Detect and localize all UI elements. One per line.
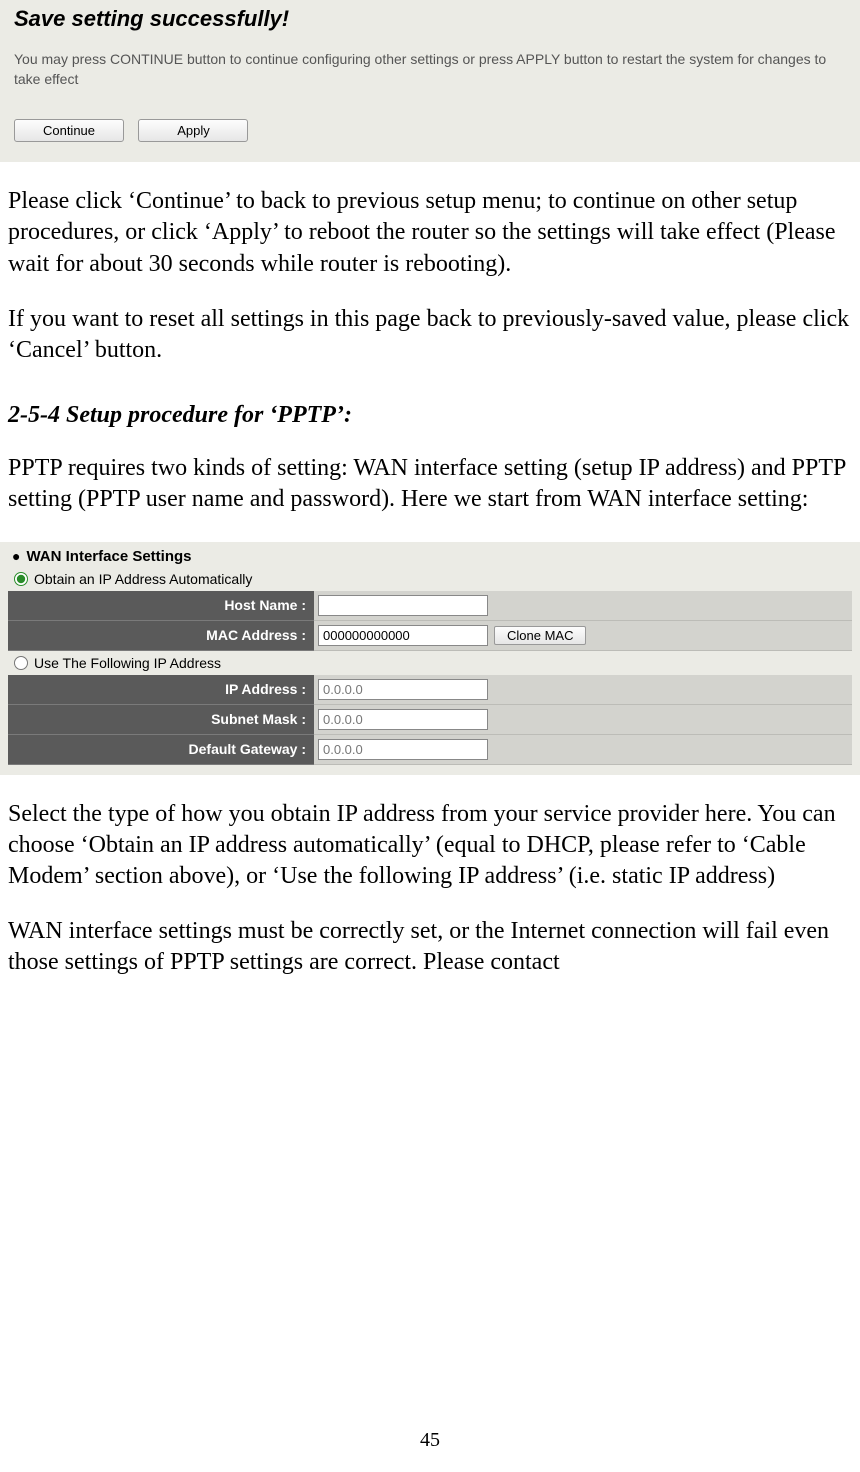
continue-button[interactable]: Continue xyxy=(14,119,124,142)
gateway-input[interactable] xyxy=(318,739,488,760)
ip-label: IP Address : xyxy=(8,675,314,705)
panel-title: Save setting successfully! xyxy=(14,6,846,32)
ip-input[interactable] xyxy=(318,679,488,700)
radio-obtain-auto-label: Obtain an IP Address Automatically xyxy=(34,571,252,587)
paragraph-block-1: Please click ‘Continue’ to back to previ… xyxy=(0,186,860,366)
radio-row-auto[interactable]: Obtain an IP Address Automatically xyxy=(8,567,852,591)
mac-label: MAC Address : xyxy=(8,621,314,651)
hostname-label: Host Name : xyxy=(8,591,314,621)
row-subnet: Subnet Mask : xyxy=(8,705,852,735)
save-settings-panel: Save setting successfully! You may press… xyxy=(0,0,860,162)
gateway-label: Default Gateway : xyxy=(8,735,314,765)
row-hostname: Host Name : xyxy=(8,591,852,621)
panel-description: You may press CONTINUE button to continu… xyxy=(14,50,846,89)
paragraph-select-type: Select the type of how you obtain IP add… xyxy=(8,799,852,893)
paragraph-continue-apply: Please click ‘Continue’ to back to previ… xyxy=(8,186,852,280)
paragraph-block-2: PPTP requires two kinds of setting: WAN … xyxy=(0,453,860,515)
radio-obtain-auto[interactable] xyxy=(14,572,28,586)
wan-section-label: WAN Interface Settings xyxy=(26,548,191,565)
wan-section-header: ● WAN Interface Settings xyxy=(8,546,852,567)
bullet-icon: ● xyxy=(12,548,20,564)
row-gateway: Default Gateway : xyxy=(8,735,852,765)
wan-interface-panel: ● WAN Interface Settings Obtain an IP Ad… xyxy=(0,542,860,775)
radio-use-static[interactable] xyxy=(14,656,28,670)
subnet-input[interactable] xyxy=(318,709,488,730)
paragraph-cancel: If you want to reset all settings in thi… xyxy=(8,304,852,366)
apply-button[interactable]: Apply xyxy=(138,119,248,142)
row-ip: IP Address : xyxy=(8,675,852,705)
page-number: 45 xyxy=(0,1429,860,1452)
subnet-label: Subnet Mask : xyxy=(8,705,314,735)
radio-row-static[interactable]: Use The Following IP Address xyxy=(8,651,852,675)
mac-input[interactable] xyxy=(318,625,488,646)
clone-mac-button[interactable]: Clone MAC xyxy=(494,626,586,645)
page-container: Save setting successfully! You may press… xyxy=(0,0,860,1472)
row-mac: MAC Address : Clone MAC xyxy=(8,621,852,651)
hostname-input[interactable] xyxy=(318,595,488,616)
paragraph-pptp-intro: PPTP requires two kinds of setting: WAN … xyxy=(8,453,852,515)
paragraph-wan-correct: WAN interface settings must be correctly… xyxy=(8,916,852,978)
section-heading-pptp: 2-5-4 Setup procedure for ‘PPTP’: xyxy=(0,366,860,429)
radio-use-static-label: Use The Following IP Address xyxy=(34,655,221,671)
paragraph-block-3: Select the type of how you obtain IP add… xyxy=(0,799,860,979)
